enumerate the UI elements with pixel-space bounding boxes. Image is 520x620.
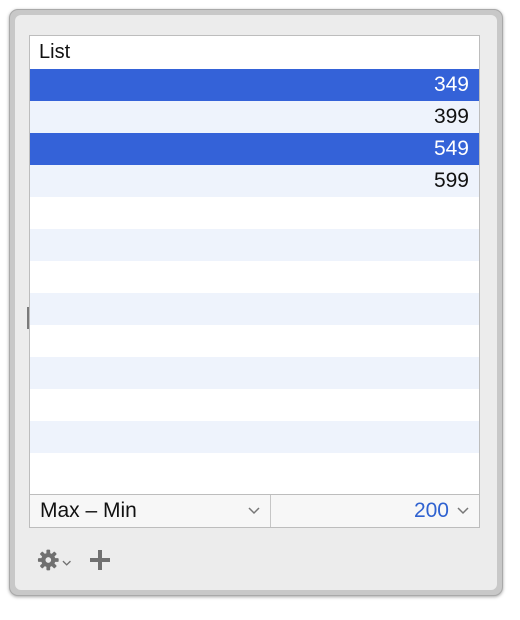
list-item[interactable]: 399	[30, 101, 479, 133]
list-item[interactable]: 599	[30, 165, 479, 197]
list-item[interactable]	[30, 325, 479, 357]
list-item[interactable]	[30, 421, 479, 453]
list-item[interactable]	[30, 389, 479, 421]
list-item[interactable]: 549	[30, 133, 479, 165]
amount-dropdown-value: 200	[413, 499, 449, 522]
gear-menu-button[interactable]	[37, 546, 71, 574]
resize-grip[interactable]	[27, 307, 29, 329]
list-item[interactable]	[30, 453, 479, 485]
mode-dropdown-value: Max – Min	[40, 499, 137, 522]
add-button[interactable]	[87, 547, 113, 573]
list-item[interactable]	[30, 197, 479, 229]
list-item[interactable]: 349	[30, 69, 479, 101]
bottom-toolbar	[37, 545, 113, 575]
list-view[interactable]: List 349 399 549 599	[29, 35, 480, 495]
chevron-down-icon	[62, 560, 71, 566]
window: List 349 399 549 599 Max – Min 200	[9, 9, 503, 596]
list-item[interactable]	[30, 261, 479, 293]
list-item[interactable]	[30, 293, 479, 325]
gear-icon	[37, 549, 59, 571]
plus-icon	[90, 550, 110, 570]
list-footer: Max – Min 200	[29, 494, 480, 528]
list-item[interactable]	[30, 357, 479, 389]
list-rows: 349 399 549 599	[30, 69, 479, 485]
list-header: List	[30, 36, 479, 69]
mode-dropdown[interactable]: Max – Min	[30, 495, 271, 527]
list-item[interactable]	[30, 229, 479, 261]
chevron-down-icon	[457, 507, 469, 515]
amount-dropdown[interactable]: 200	[271, 495, 479, 527]
chevron-down-icon	[248, 507, 260, 515]
panel-body: List 349 399 549 599 Max – Min 200	[15, 15, 497, 590]
